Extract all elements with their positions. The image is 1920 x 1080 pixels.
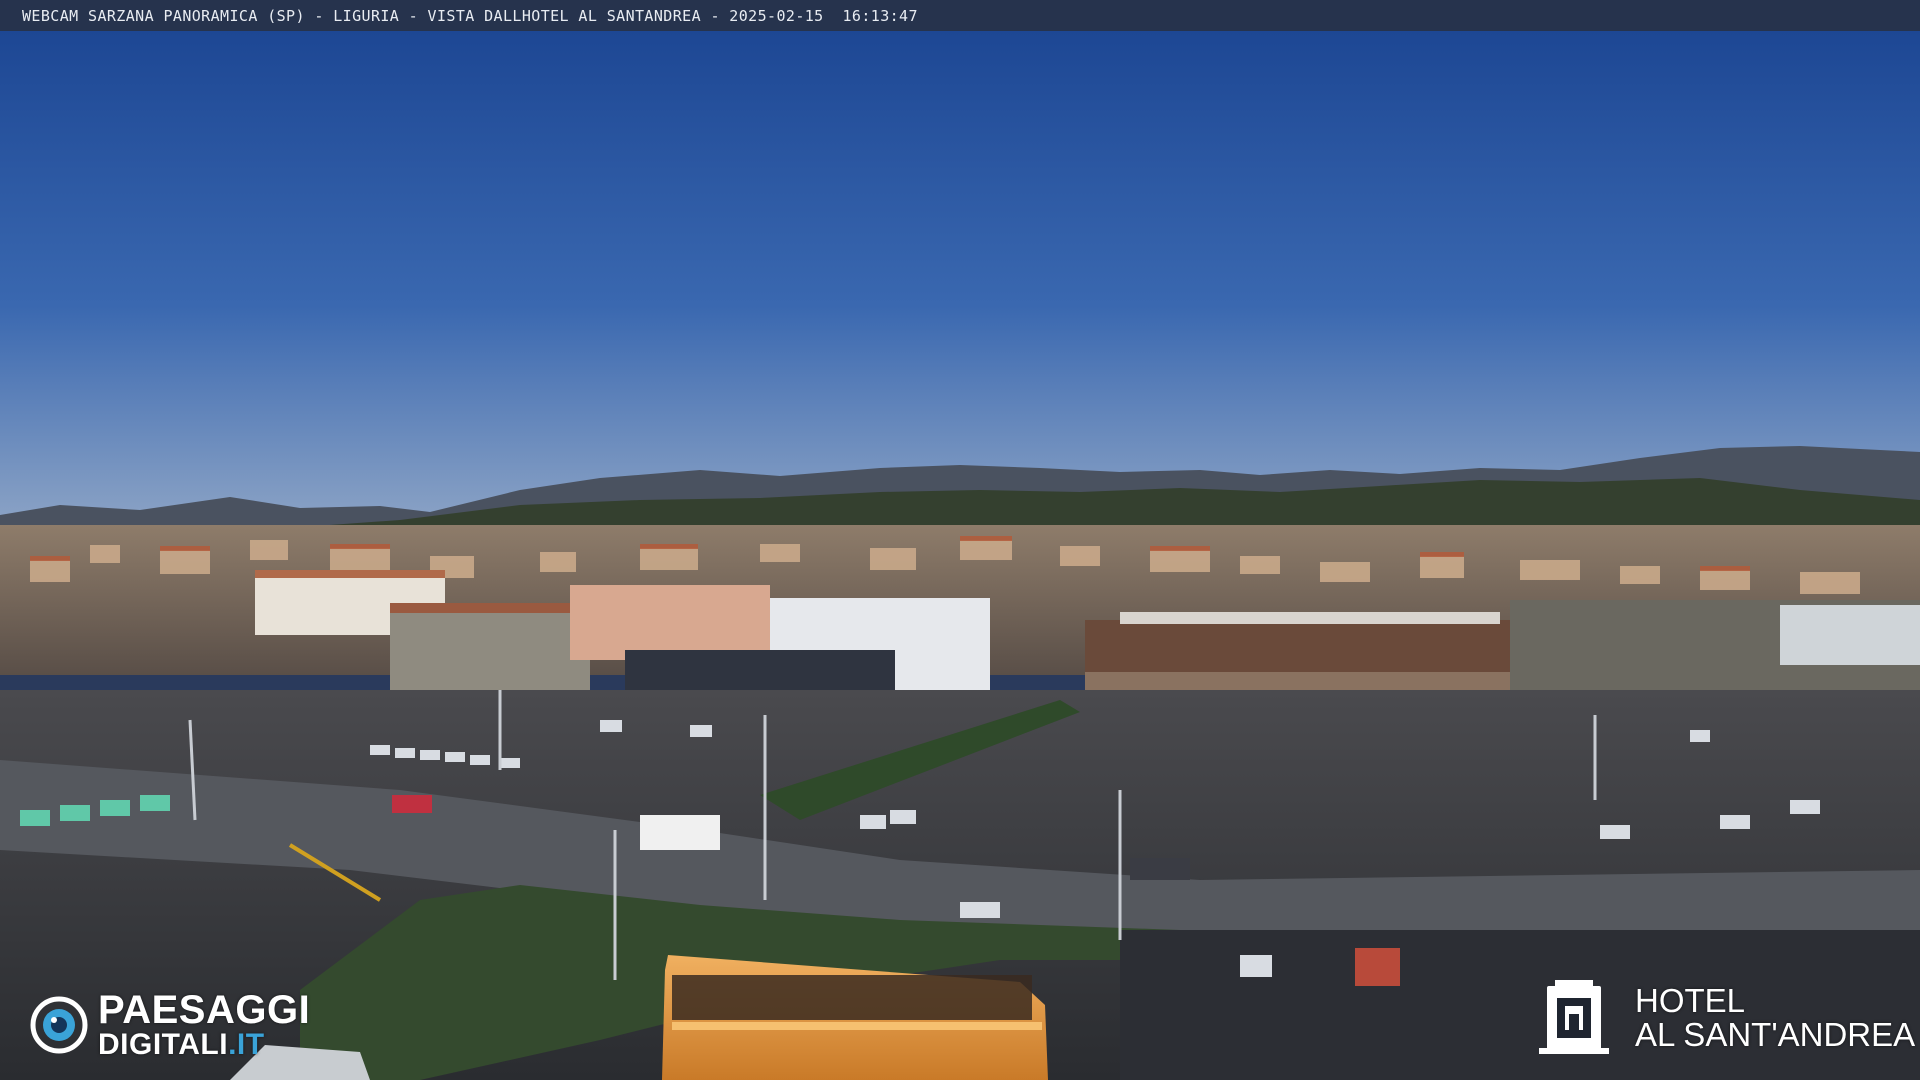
paesaggi-digitali-logo: PAESAGGI DIGITALI .IT	[30, 990, 310, 1060]
hotel-name-line2: AL SANT'ANDREA	[1635, 1016, 1916, 1053]
panorama-illustration	[0, 31, 1920, 1080]
orange-car	[1355, 948, 1400, 986]
webcam-caption: WEBCAM SARZANA PANORAMICA (SP) - LIGURIA…	[22, 6, 918, 25]
red-car	[392, 795, 432, 813]
timestamp-banner: WEBCAM SARZANA PANORAMICA (SP) - LIGURIA…	[0, 0, 1920, 31]
sky	[0, 31, 1920, 531]
logo-line2: DIGITALI	[98, 1028, 229, 1061]
dark-car	[1130, 858, 1190, 880]
hotel-logo: HOTEL AL SANT'ANDREA	[1535, 978, 1915, 1058]
white-van	[640, 815, 720, 850]
building-crest-icon	[1539, 980, 1609, 1054]
eye-icon	[30, 996, 88, 1054]
logo-line1: PAESAGGI	[98, 988, 311, 1032]
logo-suffix: .IT	[228, 1028, 265, 1061]
hotel-name-line1: HOTEL	[1635, 982, 1746, 1020]
pink-building	[570, 585, 770, 660]
webcam-scene	[0, 0, 1920, 1080]
